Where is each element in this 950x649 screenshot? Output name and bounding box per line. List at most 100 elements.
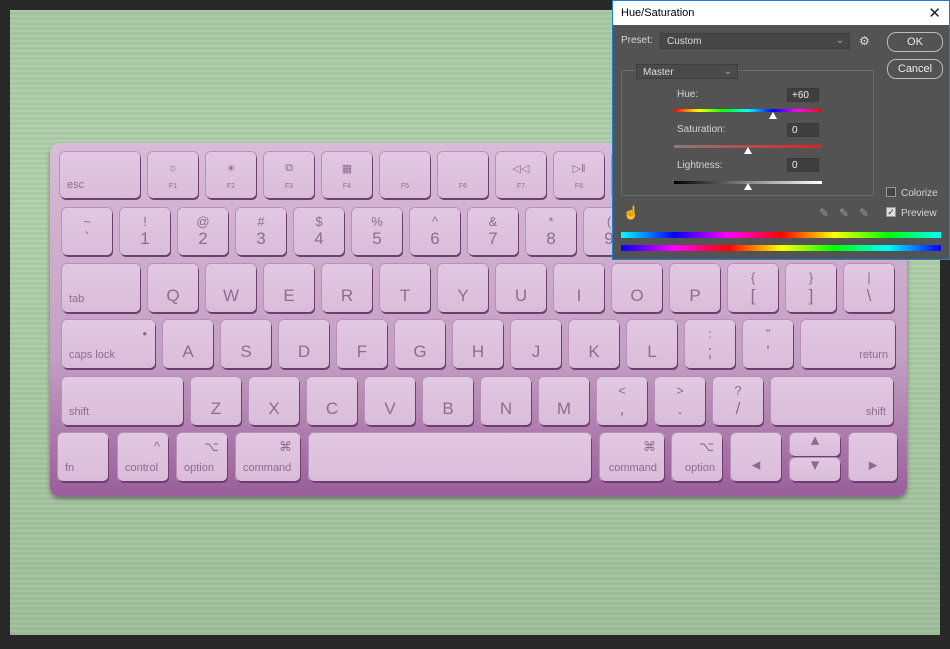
hue-slider-track[interactable] <box>674 109 822 112</box>
key-command: ⌘ command <box>236 433 300 481</box>
key-control: ^ control <box>118 433 168 481</box>
gear-icon[interactable]: ⚙ <box>859 34 870 48</box>
key-label: F8 <box>574 183 584 190</box>
key-f2: ☀ F2 <box>206 152 256 198</box>
key-f8: ▷‖ F8 <box>554 152 604 198</box>
ok-button[interactable]: OK <box>887 32 943 52</box>
key-label: 7 <box>488 229 498 248</box>
key-label: T <box>399 286 411 305</box>
key-label: { <box>750 270 756 285</box>
dialog-title-bar[interactable]: Hue/Saturation ✕ <box>613 1 949 25</box>
key-label: 5 <box>372 229 382 248</box>
preset-label: Preset: <box>621 35 653 46</box>
key-label: ⧉ <box>285 162 293 174</box>
preset-select[interactable]: Custom ⌄ <box>660 33 850 49</box>
key-label: R <box>340 286 354 305</box>
key-label: F <box>356 342 368 361</box>
key-option: ⌥ option <box>672 433 722 481</box>
preview-label: Preview <box>901 208 937 219</box>
key-y: Y <box>438 264 488 312</box>
key-label: O <box>630 286 644 305</box>
cancel-button[interactable]: Cancel <box>887 59 943 79</box>
key-: ◂ <box>731 433 781 481</box>
key-label: ! <box>143 214 147 229</box>
key-label: command <box>608 462 657 474</box>
eyedropper-plus-icon[interactable]: ✎ <box>839 206 849 220</box>
key-label: L <box>647 342 657 361</box>
key-label: ` <box>84 229 90 248</box>
key-label: ⌥ <box>204 439 219 454</box>
adjusted-hue-spectrum <box>621 232 941 238</box>
saturation-slider-thumb[interactable] <box>744 147 752 154</box>
hue-slider-thumb[interactable] <box>768 112 777 119</box>
key-label: 4 <box>314 229 324 248</box>
dialog-title: Hue/Saturation <box>621 7 695 19</box>
key-fn: fn <box>58 433 108 481</box>
key-f3: ⧉ F3 <box>264 152 314 198</box>
key-label: ▷‖ <box>572 163 586 175</box>
key-label: , <box>619 399 625 418</box>
key-w: W <box>206 264 256 312</box>
hand-adjust-icon[interactable]: ☝ <box>623 205 639 221</box>
key-: ▸ <box>849 433 897 481</box>
key-command: ⌘ command <box>600 433 664 481</box>
key-i: I <box>554 264 604 312</box>
key-label: esc <box>67 179 85 191</box>
key-label: H <box>471 342 485 361</box>
key-label: @ <box>196 214 210 229</box>
key-shift: shift <box>771 377 893 425</box>
channel-select[interactable]: Master ⌄ <box>636 64 738 79</box>
hue-input[interactable]: +60 <box>787 88 819 102</box>
key-label: W <box>222 286 240 305</box>
adjust-group <box>621 70 874 196</box>
lightness-slider-thumb[interactable] <box>744 183 752 190</box>
key-label: ▴ <box>810 430 820 449</box>
eyedropper-icon[interactable]: ✎ <box>819 206 829 220</box>
key-caps-lock: • caps lock <box>62 320 155 368</box>
saturation-label: Saturation: <box>677 124 726 135</box>
key-p: P <box>670 264 720 312</box>
close-icon[interactable]: ✕ <box>928 4 941 22</box>
key-label: shift <box>69 406 90 418</box>
key-label: F3 <box>284 183 294 190</box>
key-label: X <box>268 399 280 418</box>
key-label: $ <box>315 214 323 229</box>
saturation-input[interactable]: 0 <box>787 123 819 137</box>
key-3: #3 <box>236 208 286 255</box>
key-m: M <box>539 377 589 425</box>
key-label: option <box>685 462 715 474</box>
key-f4: ▦ F4 <box>322 152 372 198</box>
key-8: * 8 <box>526 208 576 255</box>
key-f1: ☼ F1 <box>148 152 198 198</box>
key-label: F6 <box>458 183 468 190</box>
key-label: > <box>676 383 684 398</box>
eyedropper-minus-icon[interactable]: ✎ <box>859 206 869 220</box>
key-label: F7 <box>516 183 526 190</box>
key-5: % 5 <box>352 208 402 255</box>
key-z: Z <box>191 377 241 425</box>
key-label: ◂ <box>751 455 761 474</box>
colorize-label: Colorize <box>901 188 938 199</box>
hue-saturation-dialog: Hue/Saturation ✕ Preset: Custom ⌄ ⚙ OK Ca… <box>612 0 950 260</box>
key-: :; <box>685 320 735 368</box>
key-label: ⌥ <box>699 439 714 454</box>
input-hue-spectrum <box>621 245 941 251</box>
key-tab: tab <box>62 264 140 312</box>
key-a: A <box>163 320 213 368</box>
key-: ▾ <box>790 455 840 481</box>
key-label: caps lock <box>69 349 115 361</box>
colorize-checkbox[interactable] <box>886 187 896 197</box>
key-label: Y <box>457 286 469 305</box>
key-: ~ ` <box>62 208 112 255</box>
key-: >. <box>655 377 705 425</box>
key-label: E <box>283 286 295 305</box>
key-label: 8 <box>546 229 556 248</box>
key-return: return <box>801 320 895 368</box>
preset-value: Custom <box>667 36 702 47</box>
key-label: Z <box>210 399 222 418</box>
key-label: I <box>576 286 582 305</box>
preview-checkbox[interactable]: ✓ <box>886 207 896 217</box>
lightness-input[interactable]: 0 <box>787 158 819 172</box>
key-label: % <box>371 214 383 229</box>
key-n: N <box>481 377 531 425</box>
